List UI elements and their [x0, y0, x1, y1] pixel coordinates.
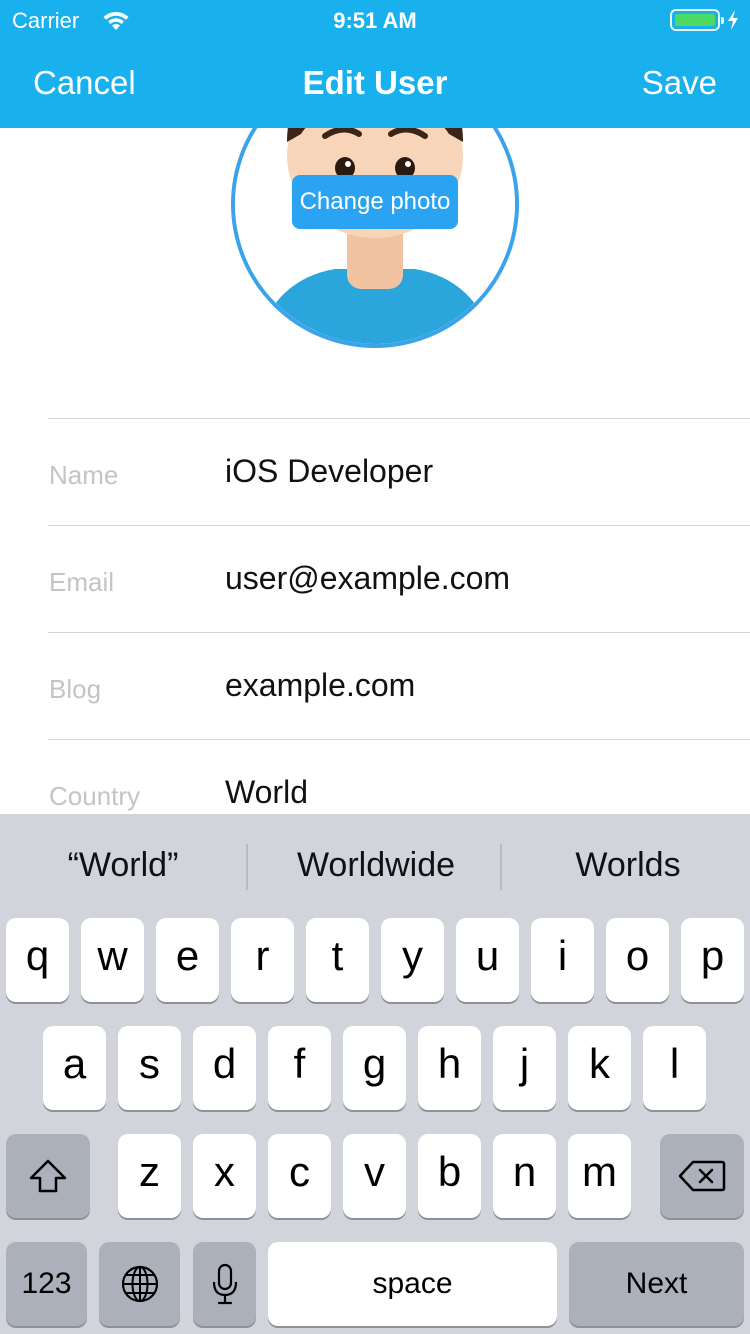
key-c[interactable]: c: [268, 1134, 331, 1218]
key-a[interactable]: a: [43, 1026, 106, 1110]
key-x[interactable]: x: [193, 1134, 256, 1218]
key-l[interactable]: l: [643, 1026, 706, 1110]
status-bar: Carrier 9:51 AM: [0, 0, 750, 40]
navigation-bar: Carrier 9:51 AM Cancel Edit User Save: [0, 0, 750, 128]
save-button[interactable]: Save: [642, 64, 717, 102]
user-form: Name iOS Developer Email user@example.co…: [48, 418, 750, 846]
key-k[interactable]: k: [568, 1026, 631, 1110]
name-label: Name: [49, 460, 119, 490]
suggestion-1[interactable]: “World”: [3, 846, 243, 885]
key-t[interactable]: t: [306, 918, 369, 1002]
key-d[interactable]: d: [193, 1026, 256, 1110]
key-i[interactable]: i: [531, 918, 594, 1002]
email-field[interactable]: user@example.com: [225, 560, 510, 597]
cancel-button[interactable]: Cancel: [33, 64, 136, 102]
key-r[interactable]: r: [231, 918, 294, 1002]
space-key[interactable]: space: [268, 1242, 557, 1326]
clock: 9:51 AM: [333, 8, 417, 33]
country-field[interactable]: World: [225, 774, 308, 811]
email-label: Email: [49, 567, 115, 597]
suggestion-bar: “World” Worldwide Worlds: [0, 814, 750, 914]
key-b[interactable]: b: [418, 1134, 481, 1218]
key-f[interactable]: f: [268, 1026, 331, 1110]
key-s[interactable]: s: [118, 1026, 181, 1110]
name-row[interactable]: Name iOS Developer: [48, 418, 750, 525]
blog-row[interactable]: Blog example.com: [48, 632, 750, 739]
key-y[interactable]: y: [381, 918, 444, 1002]
blog-field[interactable]: example.com: [225, 667, 415, 704]
battery-icon: [670, 9, 724, 31]
suggestion-3[interactable]: Worlds: [508, 846, 748, 885]
key-h[interactable]: h: [418, 1026, 481, 1110]
globe-icon: [121, 1265, 158, 1303]
country-label: Country: [49, 781, 141, 811]
key-o[interactable]: o: [606, 918, 669, 1002]
microphone-icon: [212, 1263, 237, 1305]
shift-icon: [29, 1159, 67, 1193]
key-w[interactable]: w: [81, 918, 144, 1002]
charging-bolt-icon: [728, 10, 738, 30]
keyboard: “World” Worldwide Worlds q w e r t y u i…: [0, 814, 750, 1334]
backspace-icon: [678, 1160, 726, 1192]
key-n[interactable]: n: [493, 1134, 556, 1218]
key-e[interactable]: e: [156, 918, 219, 1002]
key-p[interactable]: p: [681, 918, 744, 1002]
blog-label: Blog: [49, 674, 102, 704]
key-z[interactable]: z: [118, 1134, 181, 1218]
key-u[interactable]: u: [456, 918, 519, 1002]
change-photo-button[interactable]: Change photo: [292, 175, 458, 229]
suggestion-divider: [246, 844, 248, 890]
suggestion-divider: [500, 844, 502, 890]
key-q[interactable]: q: [6, 918, 69, 1002]
email-row[interactable]: Email user@example.com: [48, 525, 750, 632]
next-key[interactable]: Next: [569, 1242, 744, 1326]
battery-fill: [675, 14, 715, 26]
suggestion-2[interactable]: Worldwide: [256, 846, 496, 885]
dictation-key[interactable]: [193, 1242, 256, 1326]
shift-key[interactable]: [6, 1134, 90, 1218]
key-g[interactable]: g: [343, 1026, 406, 1110]
name-field[interactable]: iOS Developer: [225, 453, 433, 490]
globe-key[interactable]: [99, 1242, 180, 1326]
battery-nub: [721, 17, 724, 24]
numbers-key[interactable]: 123: [6, 1242, 87, 1326]
backspace-key[interactable]: [660, 1134, 744, 1218]
key-j[interactable]: j: [493, 1026, 556, 1110]
key-m[interactable]: m: [568, 1134, 631, 1218]
key-v[interactable]: v: [343, 1134, 406, 1218]
